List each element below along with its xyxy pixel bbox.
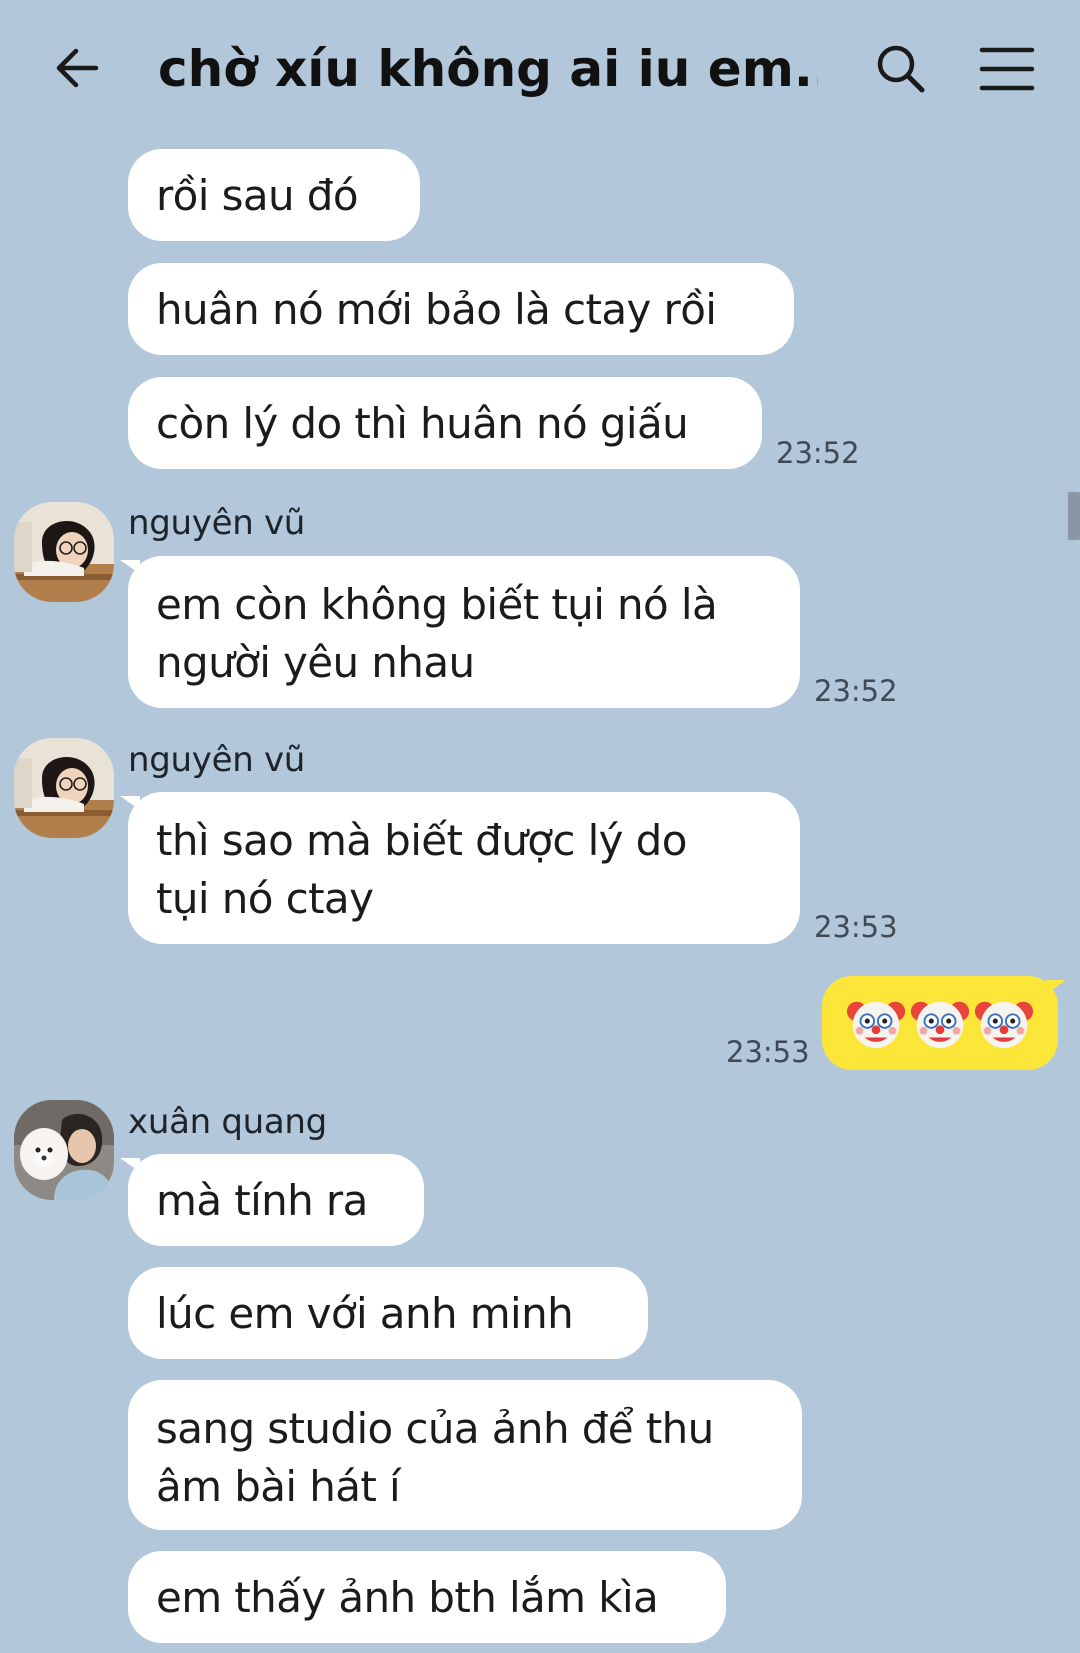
message-bubble[interactable]: em còn không biết tụi nó là người yêu nh… (120, 556, 800, 708)
message-bubble[interactable]: huân nó mới bảo là ctay rồi (128, 263, 794, 355)
message-text-line: sang studio của ảnh để thu (156, 1404, 714, 1453)
message-bubble[interactable]: lúc em với anh minh (128, 1267, 648, 1359)
message-text: còn lý do thì huân nó giấu (156, 398, 689, 448)
message-bubble[interactable]: em thấy ảnh bth lắm kìa (128, 1551, 726, 1643)
avatar-image (14, 1100, 114, 1200)
message-text-line: người yêu nhau (156, 638, 475, 687)
chat-title: chờ xíu không ai iu em... (158, 40, 818, 98)
message-bubble[interactable]: sang studio của ảnh để thu âm bài hát í (128, 1380, 802, 1530)
own-message-bubble[interactable] (822, 976, 1066, 1070)
message-bubble[interactable]: còn lý do thì huân nó giấu (128, 377, 762, 469)
message-text: rồi sau đó (156, 170, 359, 220)
chat-screen: chờ xíu không ai iu em... rồi sau đó huâ… (0, 0, 1080, 1653)
avatar-image (14, 502, 114, 602)
back-button[interactable] (48, 38, 108, 98)
message-bubble[interactable]: mà tính ra (120, 1154, 424, 1246)
message-text-line: thì sao mà biết được lý do (156, 816, 687, 865)
arrow-left-icon (56, 48, 99, 88)
chat-header: chờ xíu không ai iu em... (0, 0, 1080, 140)
sender-name: nguyên vũ (128, 503, 306, 543)
avatar[interactable] (14, 1100, 114, 1200)
avatar[interactable] (14, 738, 114, 838)
message-text: em thấy ảnh bth lắm kìa (156, 1572, 659, 1622)
message-text-line: tụi nó ctay (156, 874, 374, 923)
scrollbar-thumb[interactable] (1068, 492, 1080, 540)
message-text: huân nó mới bảo là ctay rồi (156, 284, 717, 334)
menu-button[interactable] (978, 44, 1036, 94)
message-text: lúc em với anh minh (156, 1288, 574, 1338)
message-text-line: em còn không biết tụi nó là (156, 580, 718, 629)
clown-face-icon (846, 1001, 906, 1049)
search-icon (877, 45, 925, 93)
avatar[interactable] (14, 502, 114, 602)
hamburger-menu-icon (979, 47, 1035, 91)
message-timestamp: 23:52 (776, 436, 860, 470)
avatar-image (14, 738, 114, 838)
message-timestamp: 23:53 (814, 910, 898, 944)
message-bubble[interactable]: rồi sau đó (128, 149, 420, 241)
search-button[interactable] (872, 40, 930, 98)
message-text-line: âm bài hát í (156, 1462, 401, 1511)
message-timestamp: 23:52 (814, 674, 898, 708)
clown-face-icon (974, 1001, 1034, 1049)
message-text: mà tính ra (156, 1175, 368, 1225)
sender-name: nguyên vũ (128, 740, 306, 780)
clown-face-icon (910, 1001, 970, 1049)
sender-name: xuân quang (128, 1102, 327, 1142)
message-timestamp: 23:53 (726, 1035, 810, 1069)
message-bubble[interactable]: thì sao mà biết được lý do tụi nó ctay (120, 792, 800, 944)
